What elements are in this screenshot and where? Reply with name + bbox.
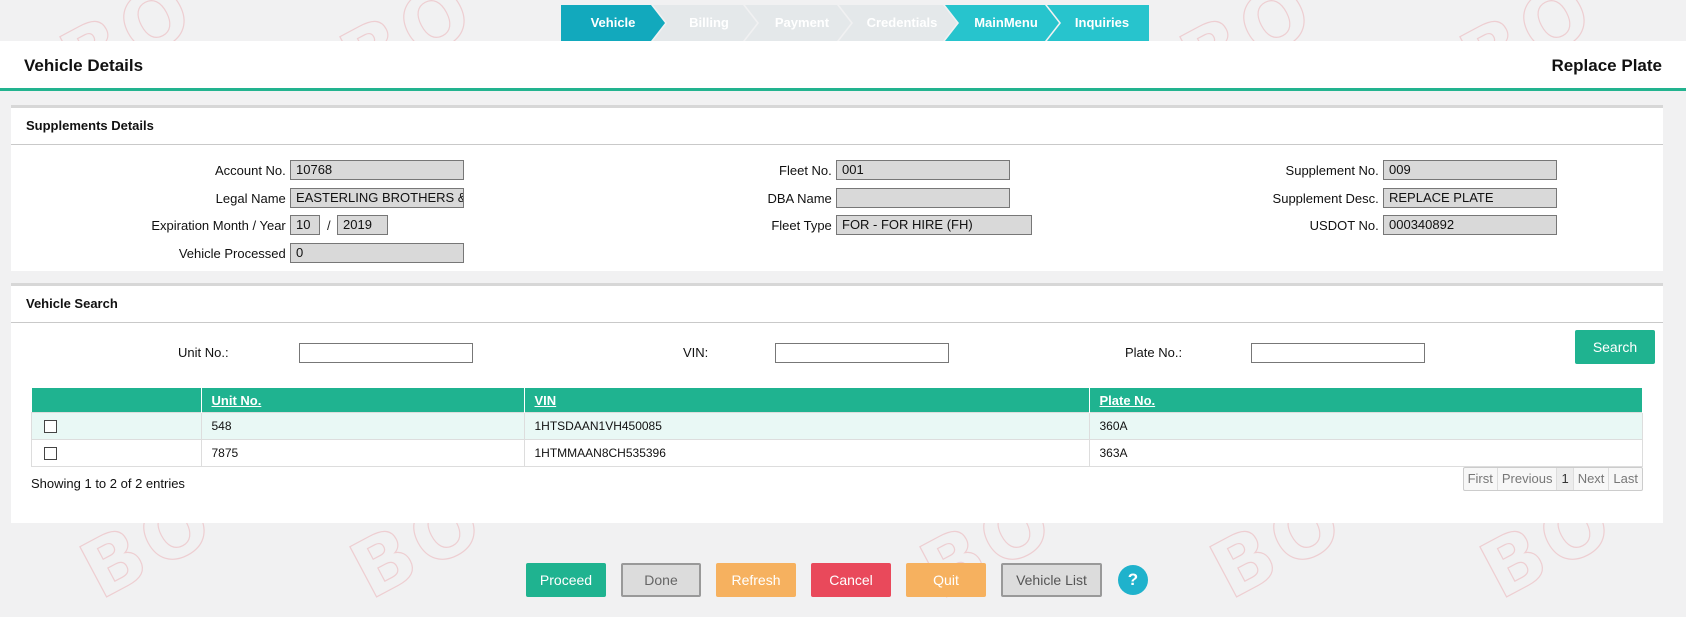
vin-column-header[interactable]: VIN xyxy=(524,388,1090,413)
vehicle-table: Unit No. VIN Plate No. 548 1HTSDAAN1VH45… xyxy=(31,388,1643,467)
step-mainmenu[interactable]: MainMenu xyxy=(945,5,1059,41)
expiration-month-field: 10 xyxy=(290,215,320,235)
unit-no-cell: 548 xyxy=(200,412,525,440)
search-button[interactable]: Search xyxy=(1575,330,1655,364)
step-payment: Payment xyxy=(745,5,851,41)
help-icon[interactable]: ? xyxy=(1118,565,1148,595)
refresh-button[interactable]: Refresh xyxy=(716,563,796,597)
supplement-no-field: 009 xyxy=(1383,160,1557,180)
supplements-title: Supplements Details xyxy=(11,108,1663,145)
plate-no-input[interactable] xyxy=(1251,343,1425,363)
supplements-panel: Supplements Details Account No. : 10768 … xyxy=(11,105,1663,271)
transaction-type: Replace Plate xyxy=(1551,56,1662,75)
expiration-label: Expiration Month / Year : xyxy=(151,218,293,233)
page-title: Vehicle Details xyxy=(24,56,144,75)
step-vehicle[interactable]: Vehicle xyxy=(561,5,665,41)
pager-previous[interactable]: Previous xyxy=(1498,468,1558,490)
vehicle-search-panel: Vehicle Search Unit No.: VIN: Plate No.:… xyxy=(11,283,1663,523)
plate-no-cell: 360A xyxy=(1088,412,1643,440)
unit-no-cell: 7875 xyxy=(200,439,525,467)
vehicle-processed-field: 0 xyxy=(290,243,464,263)
pager-first[interactable]: First xyxy=(1464,468,1498,490)
usdot-label: USDOT No. : xyxy=(1309,218,1386,233)
step-inquiries[interactable]: Inquiries xyxy=(1047,5,1149,41)
unit-no-label: Unit No.: xyxy=(178,345,229,360)
entries-info: Showing 1 to 2 of 2 entries xyxy=(31,476,185,491)
supplement-no-label: Supplement No. : xyxy=(1285,163,1386,178)
supplement-desc-label: Supplement Desc. : xyxy=(1272,191,1386,206)
vehicle-processed-label: Vehicle Processed : xyxy=(178,246,293,261)
dba-name-field xyxy=(836,188,1010,208)
usdot-field: 000340892 xyxy=(1383,215,1557,235)
vehicle-list-button[interactable]: Vehicle List xyxy=(1001,563,1102,597)
row-checkbox[interactable] xyxy=(44,447,57,461)
pagination: First Previous 1 Next Last xyxy=(1462,467,1643,491)
fleet-type-label: Fleet Type : xyxy=(771,218,839,233)
dba-name-label: DBA Name : xyxy=(767,191,839,206)
plate-no-column-header[interactable]: Plate No. xyxy=(1089,388,1643,413)
plate-no-label: Plate No.: xyxy=(1125,345,1183,360)
vin-cell: 1HTSDAAN1VH450085 xyxy=(523,412,1090,440)
vin-label: VIN: xyxy=(683,345,709,360)
row-select-cell xyxy=(31,412,202,440)
supplement-desc-field: REPLACE PLATE xyxy=(1383,188,1557,208)
quit-button[interactable]: Quit xyxy=(906,563,986,597)
table-row: 7875 1HTMMAAN8CH535396 363A xyxy=(31,439,1643,467)
vin-cell: 1HTMMAAN8CH535396 xyxy=(523,439,1090,467)
cancel-button[interactable]: Cancel xyxy=(811,563,891,597)
pager-last[interactable]: Last xyxy=(1609,468,1642,490)
fleet-no-label: Fleet No. : xyxy=(779,163,839,178)
plate-no-cell: 363A xyxy=(1088,439,1643,467)
page-header: Vehicle Details Replace Plate xyxy=(0,41,1686,91)
pager-next[interactable]: Next xyxy=(1574,468,1610,490)
unit-no-input[interactable] xyxy=(299,343,473,363)
expiration-separator: / xyxy=(327,218,331,233)
proceed-button[interactable]: Proceed xyxy=(526,563,606,597)
wizard-stepper: Vehicle Billing Payment Credentials Main… xyxy=(561,5,1149,41)
unit-no-column-header[interactable]: Unit No. xyxy=(201,388,525,413)
step-billing: Billing xyxy=(653,5,757,41)
pager-current-page[interactable]: 1 xyxy=(1557,468,1574,490)
row-checkbox[interactable] xyxy=(44,420,57,434)
fleet-type-field: FOR - FOR HIRE (FH) xyxy=(836,215,1032,235)
legal-name-field: EASTERLING BROTHERS & S xyxy=(290,188,464,208)
table-row: 548 1HTSDAAN1VH450085 360A xyxy=(31,412,1643,440)
account-label: Account No. : xyxy=(214,163,293,178)
legal-name-label: Legal Name : xyxy=(215,191,293,206)
vehicle-search-title: Vehicle Search xyxy=(11,286,1663,323)
step-credentials: Credentials xyxy=(839,5,957,41)
row-select-cell xyxy=(31,439,202,467)
expiration-year-field: 2019 xyxy=(337,215,388,235)
select-column-header xyxy=(31,388,202,413)
fleet-no-field: 001 xyxy=(836,160,1010,180)
vin-input[interactable] xyxy=(775,343,949,363)
done-button[interactable]: Done xyxy=(621,563,701,597)
account-field: 10768 xyxy=(290,160,464,180)
